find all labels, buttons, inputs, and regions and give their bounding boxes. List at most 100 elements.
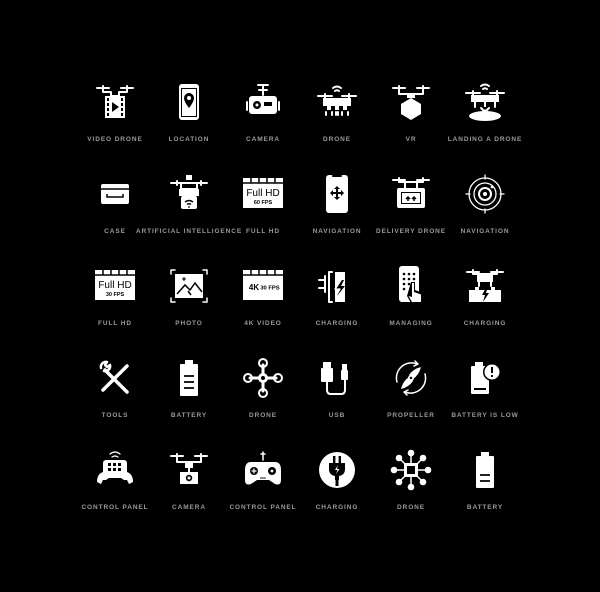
icon-label: BATTERY IS LOW xyxy=(451,412,519,419)
icon-label: DRONE xyxy=(397,504,425,511)
icon-tile[interactable]: CHARGING xyxy=(300,448,374,540)
icon-label: PHOTO xyxy=(175,320,203,327)
control-panel-hands-icon xyxy=(97,451,133,484)
photo-icon xyxy=(170,269,208,303)
icon-tile[interactable]: CONTROL PANEL xyxy=(226,448,300,540)
icon-tile[interactable]: NAVIGATION xyxy=(448,172,522,264)
icon-tile[interactable]: DRONE xyxy=(300,80,374,172)
icon-label: CHARGING xyxy=(315,320,359,327)
icon-tile[interactable]: DRONE xyxy=(374,448,448,540)
icon-tile[interactable]: LOCATION xyxy=(152,80,226,172)
icon-tile[interactable]: CASE xyxy=(78,172,152,264)
icon-tile[interactable]: ARTIFICIAL INTELLIGENCE xyxy=(136,172,241,264)
charging-plug-circle-icon xyxy=(319,452,355,488)
icon-tile[interactable]: NAVIGATION xyxy=(300,172,374,264)
icon-tile[interactable]: PROPELLER xyxy=(374,356,448,448)
camera-drone-icon xyxy=(170,453,208,484)
plug-charging-icon xyxy=(318,271,345,303)
icon-tile[interactable]: 4K 30 FPS 4K VIDEO xyxy=(226,264,300,356)
icon-tile[interactable]: BATTERY IS LOW xyxy=(448,356,522,448)
4k-video-icon: 4K 30 FPS xyxy=(243,270,283,300)
battery-low-icon xyxy=(471,362,501,394)
icon-label: CHARGING xyxy=(463,320,507,327)
icon-label: CHARGING xyxy=(315,504,359,511)
drone-icon xyxy=(317,85,357,116)
phone-navigation-icon xyxy=(326,175,348,213)
icon-row: CASE ARTIFICIAL INTELLIGENCE Full HD 60 … xyxy=(78,172,522,264)
icon-row: VIDEO DRONE LOCATION CAMERA DRONE VR LAN… xyxy=(78,80,522,172)
icon-row: TOOLS BATTERY DRONE USB PROPELLER BATTER… xyxy=(78,356,522,448)
icon-tile[interactable]: CHARGING xyxy=(448,264,522,356)
landing-drone-icon xyxy=(465,83,505,121)
camera-icon xyxy=(246,84,280,114)
icon-label: VR xyxy=(405,136,417,143)
battery-icon xyxy=(180,360,198,396)
icon-tile[interactable]: BATTERY xyxy=(152,356,226,448)
radar-navigation-icon xyxy=(465,174,505,214)
icon-label: CASE xyxy=(104,228,126,235)
icon-label: CAMERA xyxy=(246,136,280,143)
icon-label: NAVIGATION xyxy=(312,228,362,235)
usb-icon xyxy=(321,362,348,395)
icon-label: CONTROL PANEL xyxy=(229,504,297,511)
svg-text:60 FPS: 60 FPS xyxy=(254,200,273,206)
icon-label: CONTROL PANEL xyxy=(81,504,149,511)
full-hd-30-icon: Full HD 30 FPS xyxy=(95,270,135,300)
icon-tile[interactable]: DELIVERY DRONE xyxy=(374,172,448,264)
icon-label: DELIVERY DRONE xyxy=(375,228,447,235)
icon-label: LOCATION xyxy=(168,136,210,143)
icon-label: NAVIGATION xyxy=(460,228,510,235)
gamepad-icon xyxy=(245,451,281,485)
icon-tile[interactable]: LANDING A DRONE xyxy=(448,80,522,172)
tools-icon xyxy=(99,360,129,394)
case-icon xyxy=(101,184,129,204)
icon-label: FULL HD xyxy=(98,320,132,327)
icon-tile[interactable]: TOOLS xyxy=(78,356,152,448)
managing-icon xyxy=(399,266,423,303)
icon-label: 4K VIDEO xyxy=(244,320,282,327)
icon-label: BATTERY xyxy=(466,504,504,511)
icon-tile[interactable]: Full HD 60 FPS FULL HD xyxy=(226,172,300,264)
ai-drone-icon xyxy=(170,175,208,209)
icon-label: FULL HD xyxy=(246,228,280,235)
drone-charging-icon xyxy=(466,269,504,302)
svg-text:30 FPS: 30 FPS xyxy=(260,286,279,292)
delivery-drone-icon xyxy=(392,177,430,208)
icon-grid: VIDEO DRONE LOCATION CAMERA DRONE VR LAN… xyxy=(78,80,522,540)
icon-tile[interactable]: Full HD 30 FPS FULL HD xyxy=(78,264,152,356)
icon-label: PROPELLER xyxy=(387,412,435,419)
icon-tile[interactable]: CAMERA xyxy=(226,80,300,172)
svg-text:4K: 4K xyxy=(249,283,259,292)
icon-tile[interactable]: DRONE xyxy=(226,356,300,448)
propeller-icon xyxy=(395,360,427,396)
svg-text:Full HD: Full HD xyxy=(98,280,131,291)
icon-tile[interactable]: BATTERY xyxy=(448,448,522,540)
icon-label: VIDEO DRONE xyxy=(87,136,143,143)
icon-row: Full HD 30 FPS FULL HD PHOTO 4K 30 FPS 4… xyxy=(78,264,522,356)
icon-tile[interactable]: CAMERA xyxy=(152,448,226,540)
quadcopter-icon xyxy=(243,358,283,398)
icon-label: TOOLS xyxy=(101,412,129,419)
icon-row: CONTROL PANEL CAMERA CONTROL PANEL CHARG… xyxy=(78,448,522,540)
icon-tile[interactable]: CONTROL PANEL xyxy=(78,448,152,540)
icon-label: MANAGING xyxy=(389,320,433,327)
svg-text:Full HD: Full HD xyxy=(246,188,279,199)
icon-tile[interactable]: VIDEO DRONE xyxy=(78,80,152,172)
full-hd-60-icon: Full HD 60 FPS xyxy=(243,178,283,208)
icon-tile[interactable]: VR xyxy=(374,80,448,172)
icon-tile[interactable]: MANAGING xyxy=(374,264,448,356)
icon-label: CAMERA xyxy=(172,504,206,511)
icon-label: DRONE xyxy=(323,136,351,143)
svg-text:30 FPS: 30 FPS xyxy=(106,292,125,298)
video-drone-icon xyxy=(96,85,134,118)
icon-tile[interactable]: USB xyxy=(300,356,374,448)
icon-label: BATTERY xyxy=(170,412,208,419)
icon-tile[interactable]: CHARGING xyxy=(300,264,374,356)
icon-tile[interactable]: PHOTO xyxy=(152,264,226,356)
icon-label: USB xyxy=(328,412,346,419)
location-icon xyxy=(179,84,199,120)
icon-label: DRONE xyxy=(249,412,277,419)
octocopter-icon xyxy=(390,449,432,491)
battery-half-icon xyxy=(476,452,494,488)
icon-label: LANDING A DRONE xyxy=(447,136,523,143)
